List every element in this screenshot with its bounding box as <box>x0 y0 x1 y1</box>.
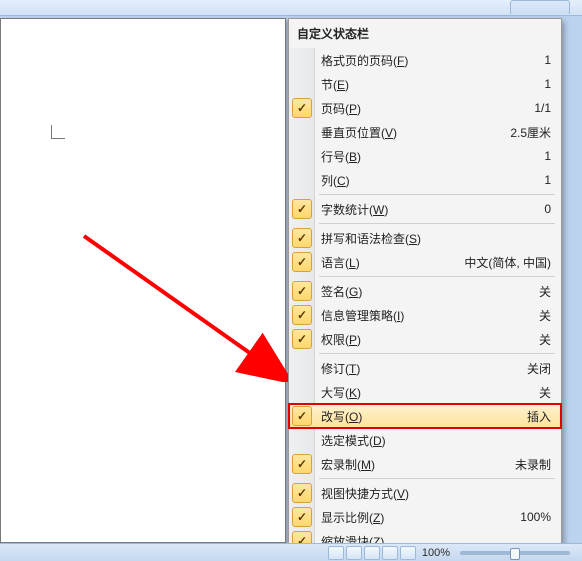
menu-item-label: 行号(B) <box>321 148 536 165</box>
checkmark-icon <box>292 252 312 272</box>
checkmark-icon <box>292 406 312 426</box>
menu-item-label: 信息管理策略(I) <box>321 307 531 324</box>
context-menu-item[interactable]: 显示比例(Z) 100% <box>289 505 561 529</box>
context-menu-item[interactable]: 页码(P) 1/1 <box>289 96 561 120</box>
context-menu-item[interactable]: 格式页的页码(F) 1 <box>289 48 561 72</box>
menu-item-value: 关 <box>539 307 551 324</box>
view-button-2[interactable] <box>346 546 362 560</box>
menu-item-value: 未录制 <box>515 456 551 473</box>
zoom-slider[interactable] <box>460 551 570 555</box>
menu-item-value: 1 <box>544 53 551 67</box>
ribbon-tab-hint <box>510 0 570 14</box>
menu-item-value: 100% <box>520 510 551 524</box>
context-menu-item[interactable]: 行号(B) 1 <box>289 144 561 168</box>
checkmark-icon <box>292 170 312 190</box>
view-button-1[interactable] <box>328 546 344 560</box>
checkmark-icon <box>292 74 312 94</box>
zoom-level-label[interactable]: 100% <box>422 547 450 559</box>
checkmark-icon <box>292 199 312 219</box>
menu-item-value: 关 <box>539 283 551 300</box>
context-menu-item[interactable]: 视图快捷方式(V) <box>289 481 561 505</box>
menu-item-label: 字数统计(W) <box>321 201 536 218</box>
context-menu-item[interactable]: 语言(L) 中文(简体, 中国) <box>289 250 561 274</box>
menu-item-label: 节(E) <box>321 76 536 93</box>
menu-item-label: 选定模式(D) <box>321 432 543 449</box>
checkmark-icon <box>292 281 312 301</box>
context-menu-item[interactable]: 字数统计(W) 0 <box>289 197 561 221</box>
menu-item-value: 1 <box>544 77 551 91</box>
checkmark-icon <box>292 50 312 70</box>
checkmark-icon <box>292 329 312 349</box>
text-cursor-indicator <box>51 125 65 139</box>
checkmark-icon <box>292 98 312 118</box>
menu-item-value: 关闭 <box>527 360 551 377</box>
menu-item-label: 宏录制(M) <box>321 456 507 473</box>
checkmark-icon <box>292 382 312 402</box>
context-menu-item[interactable]: 拼写和语法检查(S) <box>289 226 561 250</box>
checkmark-icon <box>292 146 312 166</box>
menu-item-value: 1 <box>544 149 551 163</box>
view-button-5[interactable] <box>400 546 416 560</box>
menu-item-label: 签名(G) <box>321 283 531 300</box>
menu-item-value: 0 <box>544 202 551 216</box>
checkmark-icon <box>292 358 312 378</box>
context-menu-item[interactable]: 信息管理策略(I) 关 <box>289 303 561 327</box>
menu-item-value: 插入 <box>527 408 551 425</box>
document-page[interactable] <box>0 18 286 543</box>
menu-item-label: 拼写和语法检查(S) <box>321 230 543 247</box>
context-menu-title: 自定义状态栏 <box>289 19 561 48</box>
context-menu-item[interactable]: 大写(K) 关 <box>289 380 561 404</box>
menu-item-label: 大写(K) <box>321 384 531 401</box>
menu-item-value: 1/1 <box>534 101 551 115</box>
view-button-4[interactable] <box>382 546 398 560</box>
statusbar-context-menu[interactable]: 自定义状态栏 格式页的页码(F) 1 节(E) 1 页码(P) 1/1 垂直页位置(V) 2.… <box>288 18 562 556</box>
checkmark-icon <box>292 454 312 474</box>
checkmark-icon <box>292 507 312 527</box>
context-menu-item[interactable]: 宏录制(M) 未录制 <box>289 452 561 476</box>
context-menu-item[interactable]: 列(C) 1 <box>289 168 561 192</box>
menu-item-label: 语言(L) <box>321 254 456 271</box>
menu-item-value: 关 <box>539 384 551 401</box>
checkmark-icon <box>292 122 312 142</box>
menu-item-label: 权限(P) <box>321 331 531 348</box>
menu-item-value: 关 <box>539 331 551 348</box>
context-menu-body: 格式页的页码(F) 1 节(E) 1 页码(P) 1/1 垂直页位置(V) 2.5厘米行号(B… <box>289 48 561 555</box>
menu-item-label: 改写(O) <box>321 408 519 425</box>
checkmark-icon <box>292 430 312 450</box>
checkmark-icon <box>292 228 312 248</box>
menu-item-label: 视图快捷方式(V) <box>321 485 543 502</box>
menu-item-label: 列(C) <box>321 172 536 189</box>
checkmark-icon <box>292 305 312 325</box>
checkmark-icon <box>292 483 312 503</box>
status-bar: 100% <box>0 543 582 561</box>
context-menu-item[interactable]: 修订(T) 关闭 <box>289 356 561 380</box>
context-menu-item[interactable]: 选定模式(D) <box>289 428 561 452</box>
menu-item-label: 页码(P) <box>321 100 526 117</box>
context-menu-item[interactable]: 垂直页位置(V) 2.5厘米 <box>289 120 561 144</box>
context-menu-item[interactable]: 签名(G) 关 <box>289 279 561 303</box>
menu-item-value: 2.5厘米 <box>510 124 551 141</box>
menu-item-label: 显示比例(Z) <box>321 509 512 526</box>
context-menu-item[interactable]: 权限(P) 关 <box>289 327 561 351</box>
menu-item-label: 垂直页位置(V) <box>321 124 502 141</box>
ribbon-bar <box>0 0 582 16</box>
view-button-3[interactable] <box>364 546 380 560</box>
menu-item-label: 格式页的页码(F) <box>321 52 536 69</box>
menu-item-value: 中文(简体, 中国) <box>464 254 551 271</box>
app-background: 自定义状态栏 格式页的页码(F) 1 节(E) 1 页码(P) 1/1 垂直页位置(V) 2.… <box>0 0 582 561</box>
menu-item-label: 修订(T) <box>321 360 519 377</box>
context-menu-item[interactable]: 节(E) 1 <box>289 72 561 96</box>
menu-item-value: 1 <box>544 173 551 187</box>
context-menu-item[interactable]: 改写(O) 插入 <box>289 404 561 428</box>
